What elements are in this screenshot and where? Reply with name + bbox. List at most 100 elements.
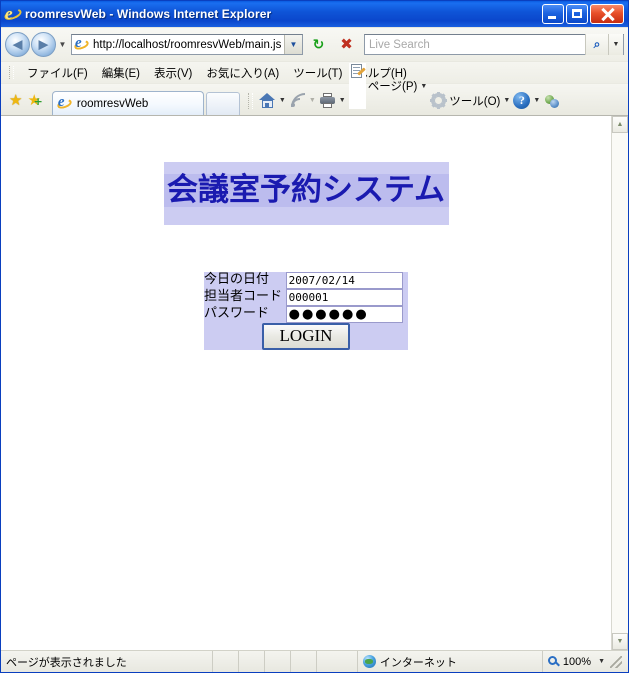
plus-icon: + [33,95,43,108]
status-message: ページが表示されました [1,651,213,672]
command-page[interactable]: ページ(P) ▼ [348,63,431,109]
form-row-staff-code: 担当者コード [204,288,408,306]
address-bar[interactable]: e http://localhost/roomresvWeb/main.js ▼ [71,34,303,55]
forward-button[interactable]: ▶ [31,32,56,57]
form-row-date: 今日の日付 [204,271,408,289]
scrollbar-track[interactable] [612,133,628,633]
chevron-down-icon: ▼ [616,638,624,645]
command-print[interactable]: ▼ [319,92,349,109]
back-button[interactable]: ◀ [5,32,30,57]
menu-item-edit[interactable]: 編集(E) [95,63,147,83]
page-banner: 会議室予約システム [163,162,449,225]
back-arrow-icon: ◀ [12,37,23,52]
window-title: roomresvWeb - Windows Internet Explorer [25,7,272,21]
menu-item-tools[interactable]: ツール(T) [286,63,349,83]
browser-chrome: ◀ ▶ ▼ e http://localhost/roomresvWeb/mai… [1,27,628,115]
status-slot-5 [317,651,358,672]
menu-grip-handle[interactable] [9,66,14,79]
command-bar-grip [247,93,253,109]
status-slot-1 [213,651,239,672]
globe-icon [362,655,376,668]
login-button[interactable]: LOGIN [261,322,351,350]
command-tools-label: ツール(O) [449,95,501,108]
forward-arrow-icon: ▶ [38,37,49,52]
vertical-scrollbar[interactable]: ▲ ▼ [611,116,628,650]
chevron-down-icon[interactable]: ▼ [339,97,346,104]
command-home[interactable]: ▼ [258,92,289,109]
internet-explorer-icon: e [2,4,24,23]
refresh-icon: ↻ [312,36,325,53]
chevron-down-icon[interactable]: ▼ [503,97,510,104]
command-tools[interactable]: ツール(O) ▼ [430,92,513,109]
menu-bar: ファイル(F) 編集(E) 表示(V) お気に入り(A) ツール(T) ヘルプ(… [1,61,628,83]
home-icon [258,92,276,109]
chevron-down-icon: ▼ [612,41,620,48]
status-bar: ページが表示されました インターネット 100% ▼ [1,650,628,672]
tab-label: roomresvWeb [76,97,149,110]
tab-bar: ★ ★ + e roomresvWeb ▼ ▼ ▼ ページ(P) ▼ ツール(O… [1,63,628,115]
chevron-down-icon[interactable]: ▼ [279,97,286,104]
label-today-date: 今日の日付 [204,271,270,287]
password-input[interactable] [285,305,403,323]
address-dropdown-icon[interactable]: ▼ [284,35,302,54]
search-submit-button[interactable]: ⌕ [585,34,608,55]
help-icon: ? [513,92,531,109]
viewport: 会議室予約システム 今日の日付 担当者コード パスワード [1,115,628,650]
rss-feed-icon [289,92,306,109]
web-page-content: 会議室予約システム 今日の日付 担当者コード パスワード [1,116,611,650]
menu-item-favorites[interactable]: お気に入り(A) [199,63,286,83]
close-button[interactable] [590,4,624,24]
maximize-button[interactable] [566,4,588,24]
search-icon: ⌕ [593,37,601,51]
label-password: パスワード [204,305,270,321]
page-favicon-icon: e [73,35,90,53]
tab-roomresvweb[interactable]: e roomresvWeb [51,91,204,115]
printer-icon [319,92,336,109]
security-zone[interactable]: インターネット [358,651,543,672]
form-row-password: パスワード [204,305,408,323]
staff-code-input[interactable] [285,288,403,306]
chevron-down-icon[interactable]: ▼ [533,97,540,104]
chevron-down-icon[interactable]: ▼ [309,97,316,104]
command-feeds[interactable]: ▼ [289,92,319,109]
scroll-up-button[interactable]: ▲ [612,116,628,133]
recent-pages-caret-icon[interactable]: ▼ [56,40,69,49]
today-date-input[interactable] [285,271,403,289]
status-slot-4 [291,651,317,672]
add-to-favorites-icon[interactable]: ★ + [27,93,43,108]
search-box[interactable]: ⌕ ▼ [364,34,624,55]
refresh-button[interactable]: ↻ [306,33,331,57]
security-zone-label: インターネット [379,656,457,669]
menu-item-view[interactable]: 表示(V) [147,63,199,83]
browser-window: e roomresvWeb - Windows Internet Explore… [0,0,629,673]
status-slot-3 [265,651,291,672]
chevron-down-icon[interactable]: ▼ [420,83,427,90]
search-input[interactable] [365,38,585,51]
menu-item-file[interactable]: ファイル(F) [20,63,95,83]
magnifier-icon [547,655,560,668]
chevron-up-icon: ▲ [616,121,624,128]
page-title: 会議室予約システム [163,174,449,207]
form-row-submit: LOGIN [204,322,408,350]
messenger-icon [543,92,560,109]
new-tab-button[interactable] [205,92,240,115]
login-form: 今日の日付 担当者コード パスワード [204,271,408,350]
zoom-control[interactable]: 100% ▼ [543,651,628,672]
gear-icon [430,92,448,109]
search-provider-dropdown[interactable]: ▼ [608,34,623,55]
command-messenger[interactable] [543,92,560,109]
tab-favicon-icon: e [55,94,73,112]
favorites-center-icon[interactable]: ★ [9,93,22,108]
address-toolbar: ◀ ▶ ▼ e http://localhost/roomresvWeb/mai… [1,28,628,61]
title-bar: e roomresvWeb - Windows Internet Explore… [1,1,628,27]
minimize-button[interactable] [542,4,564,24]
resize-grip[interactable] [610,655,622,668]
chevron-down-icon[interactable]: ▼ [598,658,605,665]
scroll-down-button[interactable]: ▼ [612,633,628,650]
page-document-icon [348,63,366,109]
stop-icon: ✖ [340,35,353,53]
zoom-level-label: 100% [562,655,592,668]
stop-button[interactable]: ✖ [334,33,359,57]
address-url-text: http://localhost/roomresvWeb/main.js [93,38,282,51]
command-help[interactable]: ? ▼ [513,92,543,109]
